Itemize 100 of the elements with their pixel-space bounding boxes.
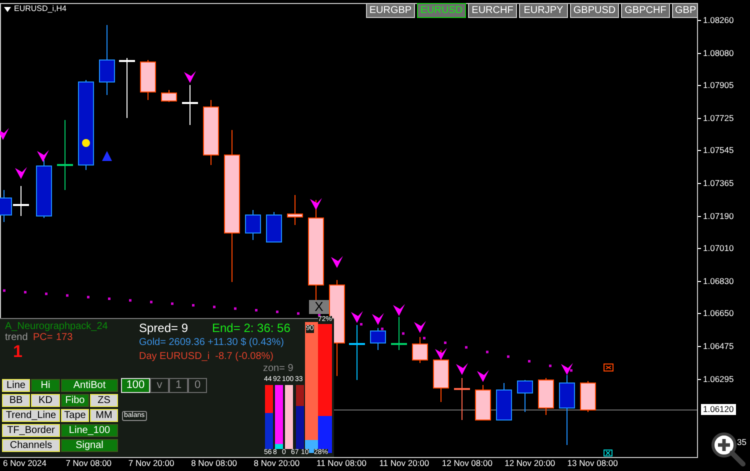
- candlestick: [391, 316, 407, 350]
- candlestick: [36, 160, 52, 218]
- toggle-button[interactable]: Line: [2, 379, 30, 392]
- symbol-tab[interactable]: GBP: [672, 3, 697, 18]
- candlestick: [496, 382, 512, 420]
- price-label: 1.07190: [703, 210, 734, 221]
- price-label: 1.06295: [703, 374, 734, 384]
- counter-button[interactable]: 1: [169, 378, 188, 393]
- time-label: 6 Nov 2024: [3, 458, 46, 469]
- candlestick: [454, 378, 470, 420]
- box-marker-icon: [604, 364, 614, 372]
- time-label: 13 Nov 08:00: [567, 458, 618, 469]
- arrow-marker-icon: [372, 313, 384, 325]
- candlestick: [287, 194, 303, 226]
- candlestick: [370, 328, 386, 350]
- price-label: 1.07365: [703, 178, 734, 188]
- candlestick: [580, 380, 596, 412]
- timer-text: End= 2: 36: 56: [212, 321, 290, 335]
- toggle-button[interactable]: Channels: [2, 439, 60, 452]
- arrow-marker-icon: [15, 167, 27, 179]
- arrow-marker-icon: [435, 348, 447, 360]
- candlestick: [517, 380, 533, 412]
- toggle-button[interactable]: Tape: [61, 409, 89, 422]
- price-label: 1.08260: [703, 15, 734, 25]
- candlestick: [412, 336, 428, 364]
- counter-button[interactable]: v: [150, 378, 169, 393]
- box-marker-icon: [604, 450, 612, 456]
- symbol-tab[interactable]: GBPUSD: [570, 3, 619, 18]
- candlestick: [140, 60, 156, 100]
- time-label: 12 Nov 08:00: [442, 458, 492, 469]
- symbol-tab[interactable]: EURUSD: [417, 3, 466, 18]
- symbol-tab[interactable]: EURJPY: [519, 3, 568, 18]
- candlestick: [161, 90, 177, 102]
- close-button[interactable]: X: [309, 300, 329, 314]
- arrow-marker-icon: [393, 304, 405, 316]
- symbol-tab[interactable]: GBPCHF: [621, 3, 670, 18]
- time-label: 7 Nov 20:00: [128, 458, 174, 469]
- candlestick: [57, 120, 73, 190]
- toggle-button[interactable]: BB: [2, 394, 30, 407]
- time-label: 11 Nov 08:00: [316, 458, 366, 469]
- time-label: 11 Nov 20:00: [379, 458, 430, 469]
- candlestick: [245, 210, 261, 240]
- toggle-button[interactable]: Line_100: [61, 424, 118, 437]
- time-label: 7 Nov 08:00: [66, 458, 112, 469]
- symbol-tab[interactable]: EURCHF: [468, 3, 517, 18]
- toggle-button[interactable]: MM: [90, 409, 118, 422]
- arrow-marker-icon: [456, 363, 468, 375]
- symbol-tab[interactable]: EURGBP: [366, 3, 415, 18]
- trend-label: trend: [5, 332, 28, 344]
- candlestick: [0, 190, 12, 222]
- arrow-marker-icon: [310, 198, 322, 210]
- price-label: 1.07725: [703, 112, 734, 123]
- day-change-text: Day EURUSD_i -8.7 (-0.08%): [139, 351, 274, 363]
- price-label: 1.07905: [703, 80, 734, 90]
- candlestick: [182, 84, 198, 126]
- price-label: 1.06475: [703, 341, 734, 351]
- arrow-marker-icon: [37, 150, 49, 162]
- counter-button[interactable]: 0: [188, 378, 207, 393]
- candlestick: [119, 58, 135, 118]
- indicator-title: A_Neurographpack_24: [5, 321, 108, 332]
- sun-marker-icon: [82, 139, 90, 147]
- arrow-marker-icon: [477, 370, 489, 382]
- zone-text: zon= 9: [263, 363, 294, 375]
- candlestick: [538, 378, 554, 416]
- candlestick: [559, 374, 575, 446]
- arrow-marker-icon: [184, 71, 196, 83]
- candlestick: [475, 384, 491, 420]
- pc-value: 173: [56, 332, 73, 344]
- zoom-in-icon[interactable]: [710, 431, 746, 467]
- toggle-button[interactable]: TF_Border: [2, 424, 60, 437]
- price-label: 1.07545: [703, 145, 734, 156]
- arrow-marker-icon: [561, 363, 573, 375]
- counter-button[interactable]: 100: [121, 378, 150, 393]
- commodity-price-text: Gold= 2609.36 +11.30 $ (0.43%): [139, 337, 284, 349]
- price-label: 1.06650: [703, 308, 734, 318]
- toggle-button[interactable]: ZS: [90, 394, 118, 407]
- toggle-button[interactable]: Trend_Line: [2, 409, 60, 422]
- candlestick: [203, 100, 219, 166]
- arrow-marker-icon: [351, 311, 363, 323]
- candlestick: [99, 24, 115, 96]
- arrow-marker-icon: [0, 128, 9, 140]
- time-label: 8 Nov 20:00: [254, 458, 300, 469]
- arrow-marker-icon: [414, 321, 426, 333]
- candlestick: [266, 212, 282, 242]
- current-price-label: 1.06120: [701, 404, 736, 415]
- spread-text: Spred= 9: [139, 321, 188, 335]
- arrow-marker-icon: [331, 256, 343, 268]
- candlestick: [13, 186, 29, 216]
- window-title: EURUSD_i,H4: [14, 4, 66, 14]
- toggle-button[interactable]: Signal: [61, 439, 118, 452]
- toggle-button[interactable]: AntiBot: [61, 379, 118, 392]
- price-label: 1.07010: [703, 243, 734, 254]
- pc-label: PC=: [33, 332, 53, 344]
- triangle-marker-icon: [102, 151, 112, 161]
- candlestick: [349, 324, 365, 380]
- dropdown-icon[interactable]: [4, 6, 11, 12]
- price-label: 35: [737, 437, 746, 447]
- toggle-button[interactable]: Fibo: [61, 394, 89, 407]
- toggle-button[interactable]: Hi: [31, 379, 60, 392]
- toggle-button[interactable]: KD: [31, 394, 60, 407]
